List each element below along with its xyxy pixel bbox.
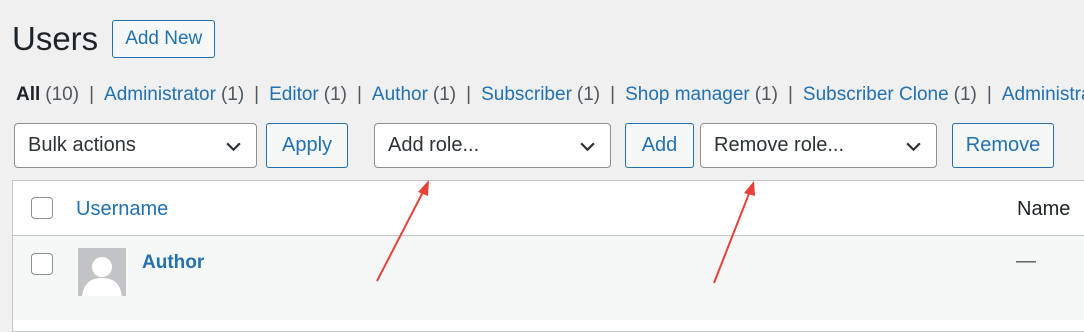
filter-subscriber-clone[interactable]: Subscriber Clone (1) — [803, 84, 977, 106]
add-role-value: Add role... — [388, 134, 480, 156]
filter-count: (1) — [432, 84, 457, 105]
page-title: Users — [12, 20, 99, 57]
table-header: Username Name — [13, 181, 1084, 236]
filter-separator: | — [466, 84, 472, 105]
remove-role-value: Remove role... — [714, 134, 845, 156]
filter-label[interactable]: Subscriber — [481, 84, 572, 106]
table-row: Author — — [13, 236, 1084, 320]
column-header-name: Name — [1017, 198, 1071, 220]
filter-author[interactable]: Author (1) — [372, 84, 456, 106]
filter-all[interactable]: All (10) — [16, 84, 79, 106]
filter-separator: | — [89, 84, 95, 105]
filter-shop-manager[interactable]: Shop manager (1) — [625, 84, 778, 106]
filter-label[interactable]: Administra — [1002, 84, 1084, 106]
filter-label[interactable]: Author — [372, 84, 428, 106]
filter-separator: | — [986, 84, 992, 105]
remove-role-select[interactable]: Remove role... — [700, 123, 937, 168]
filter-count: (1) — [323, 84, 347, 105]
tablenav-top: Bulk actions Apply Add role... Add Remov… — [0, 123, 1084, 169]
row-checkbox[interactable] — [31, 253, 53, 275]
filter-label: All — [16, 84, 41, 105]
filter-separator: | — [787, 84, 793, 105]
bulk-actions-select[interactable]: Bulk actions — [14, 123, 257, 168]
page-header: Users Add New — [12, 18, 216, 60]
add-new-button[interactable]: Add New — [112, 20, 216, 58]
filter-administrator[interactable]: Administrator (1) — [104, 84, 244, 106]
role-filter-links: All (10) | Administrator (1) | Editor (1) |… — [16, 84, 1084, 106]
filter-label[interactable]: Editor — [269, 84, 319, 106]
default-avatar-icon — [78, 248, 126, 296]
name-cell: — — [1016, 250, 1036, 272]
filter-count: (1) — [754, 84, 778, 105]
add-role-button[interactable]: Add — [625, 123, 694, 168]
chevron-down-icon — [226, 142, 241, 152]
filter-separator: | — [254, 84, 260, 105]
chevron-down-icon — [580, 142, 595, 152]
chevron-down-icon — [906, 142, 921, 152]
filter-label[interactable]: Administrator — [104, 84, 216, 106]
filter-label[interactable]: Subscriber Clone — [803, 84, 949, 106]
users-table: Username Name Author — — [12, 180, 1084, 332]
remove-role-button[interactable]: Remove — [952, 123, 1054, 168]
filter-subscriber[interactable]: Subscriber (1) — [481, 84, 600, 106]
filter-separator: | — [610, 84, 616, 105]
filter-count: (1) — [220, 84, 245, 105]
apply-button[interactable]: Apply — [266, 123, 348, 168]
filter-editor[interactable]: Editor (1) — [269, 84, 347, 106]
filter-separator: | — [356, 84, 362, 105]
filter-count: (10) — [45, 84, 80, 105]
filter-label[interactable]: Shop manager — [625, 84, 750, 106]
filter-administrator-truncated[interactable]: Administra — [1002, 84, 1084, 106]
select-all-checkbox[interactable] — [31, 197, 53, 219]
filter-count: (1) — [576, 84, 601, 105]
filter-count: (1) — [953, 84, 977, 105]
add-role-select[interactable]: Add role... — [374, 123, 611, 168]
column-header-username[interactable]: Username — [76, 198, 168, 221]
bulk-actions-value: Bulk actions — [28, 134, 136, 156]
username-link[interactable]: Author — [142, 252, 204, 274]
